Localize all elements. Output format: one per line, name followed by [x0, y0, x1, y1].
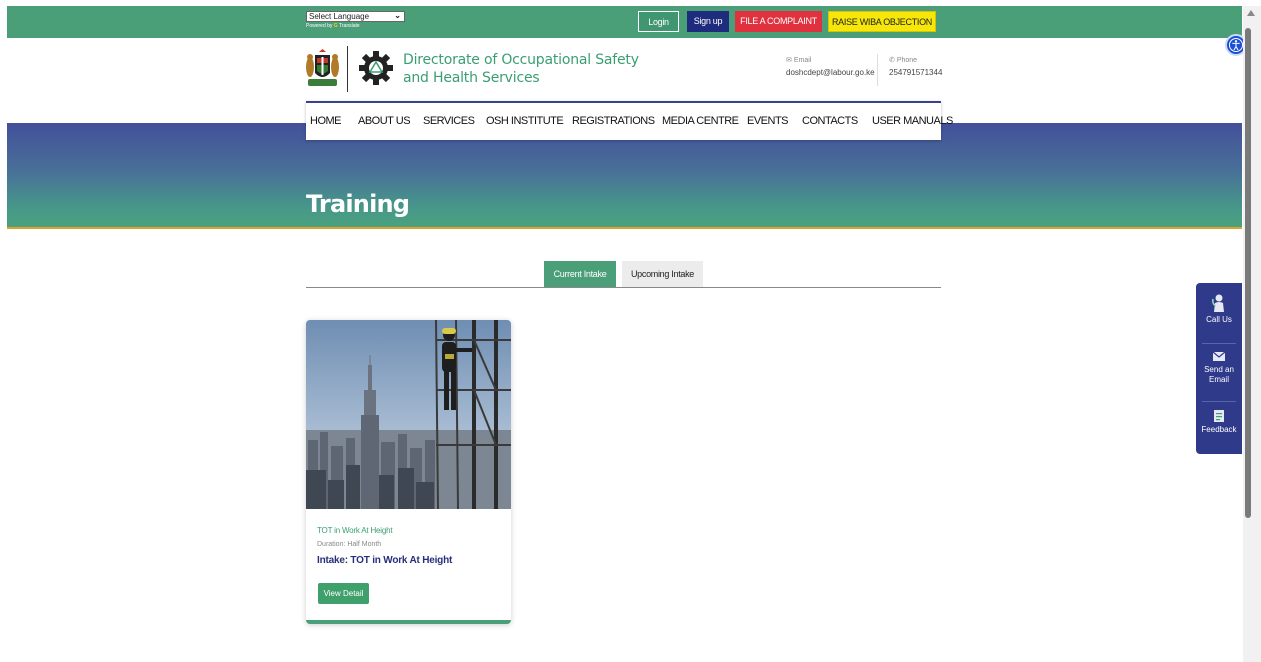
language-select-value: Select Language — [309, 12, 370, 21]
chevron-down-icon: ⌄ — [394, 11, 401, 20]
training-card-duration: Duration: Half Month — [317, 541, 382, 548]
email-contact: ✉ Email doshcdept@labour.go.ke — [786, 55, 875, 79]
language-selector: Select Language ⌄ Powered by G Translate — [306, 11, 405, 29]
hero-accent-line — [7, 227, 1242, 229]
email-icon: ✉ — [786, 57, 792, 64]
training-card: TOT in Work At Height Duration: Half Mon… — [306, 320, 511, 624]
email-icon — [1212, 351, 1226, 361]
gear-logo-icon[interactable] — [358, 50, 394, 86]
feedback-label: Feedback — [1201, 425, 1237, 434]
nav-item-osh-institute[interactable]: OSH INSTITUTE — [486, 115, 564, 127]
view-detail-button[interactable]: View Detail — [318, 583, 369, 604]
logo-divider — [347, 46, 348, 92]
feedback-icon — [1214, 410, 1224, 422]
phone-contact: ✆ Phone 254791571344 — [889, 55, 942, 79]
nav-item-media-centre[interactable]: MEDIA CENTRE — [662, 115, 739, 127]
contact-divider — [877, 54, 878, 86]
feedback-button[interactable]: Feedback — [1196, 409, 1242, 435]
phone-icon — [1212, 294, 1224, 312]
widget-divider — [1202, 343, 1236, 344]
organization-name-line1: Directorate of Occupational Safety — [403, 52, 639, 68]
tab-current-intake[interactable]: Current Intake — [544, 261, 616, 287]
tabs-divider — [306, 287, 941, 288]
main-navigation: HOME ABOUT US SERVICES OSH INSTITUTE REG… — [306, 101, 953, 140]
coat-of-arms-logo[interactable] — [304, 49, 341, 89]
contact-widget: Call Us Send an Email Feedback — [1196, 283, 1242, 454]
nav-item-home[interactable]: HOME — [310, 115, 342, 127]
powered-by-text: Powered by G Translate — [306, 23, 405, 29]
organization-name-line2: and Health Services — [403, 70, 540, 86]
nav-item-about-us[interactable]: ABOUT US — [358, 115, 411, 127]
page-title: Training — [306, 190, 410, 218]
google-icon: G — [333, 23, 338, 29]
phone-label: Phone — [896, 57, 918, 64]
send-email-label-line2: Email — [1208, 375, 1229, 384]
send-email-label-line1: Send an — [1204, 365, 1234, 374]
training-card-intake[interactable]: Intake: TOT in Work At Height — [317, 555, 452, 566]
training-image[interactable] — [306, 320, 511, 509]
call-us-button[interactable]: Call Us — [1196, 293, 1242, 325]
translate-link[interactable]: Translate — [339, 23, 360, 29]
training-card-title[interactable]: TOT in Work At Height — [317, 526, 393, 535]
nav-item-contacts[interactable]: CONTACTS — [802, 115, 858, 127]
phone-value[interactable]: 254791571344 — [889, 67, 942, 79]
file-complaint-button[interactable]: FILE A COMPLAINT — [735, 11, 822, 32]
scrollbar-thumb[interactable] — [1245, 28, 1251, 518]
tab-upcoming-intake[interactable]: Upcoming Intake — [622, 261, 703, 287]
login-button[interactable]: Login — [638, 11, 679, 32]
page: Select Language ⌄ Powered by G Translate… — [0, 0, 1261, 662]
nav-item-user-manuals[interactable]: USER MANUALS — [872, 115, 953, 127]
call-us-label: Call Us — [1206, 315, 1232, 324]
nav-item-services[interactable]: SERVICES — [423, 115, 475, 127]
nav-item-events[interactable]: EVENTS — [747, 115, 789, 127]
send-email-button[interactable]: Send an Email — [1196, 349, 1242, 385]
page-scrollbar[interactable] — [1243, 6, 1261, 662]
card-bottom-accent — [306, 620, 511, 624]
nav-item-registrations[interactable]: REGISTRATIONS — [572, 115, 655, 127]
widget-divider — [1202, 401, 1236, 402]
language-select[interactable]: Select Language ⌄ — [306, 11, 405, 22]
email-value[interactable]: doshcdept@labour.go.ke — [786, 67, 875, 79]
top-bar: Select Language ⌄ Powered by G Translate… — [7, 6, 1242, 38]
site-header: Directorate of Occupational Safety and H… — [299, 40, 949, 102]
signup-button[interactable]: Sign up — [687, 11, 729, 32]
email-label: Email — [793, 57, 812, 64]
phone-icon: ✆ — [889, 57, 895, 64]
scroll-up-arrow-icon[interactable] — [1247, 10, 1255, 16]
organization-name: Directorate of Occupational Safety and H… — [403, 51, 639, 87]
raise-wiba-objection-button[interactable]: RAISE WIBA OBJECTION — [828, 11, 936, 32]
powered-by-label: Powered by — [306, 23, 333, 29]
